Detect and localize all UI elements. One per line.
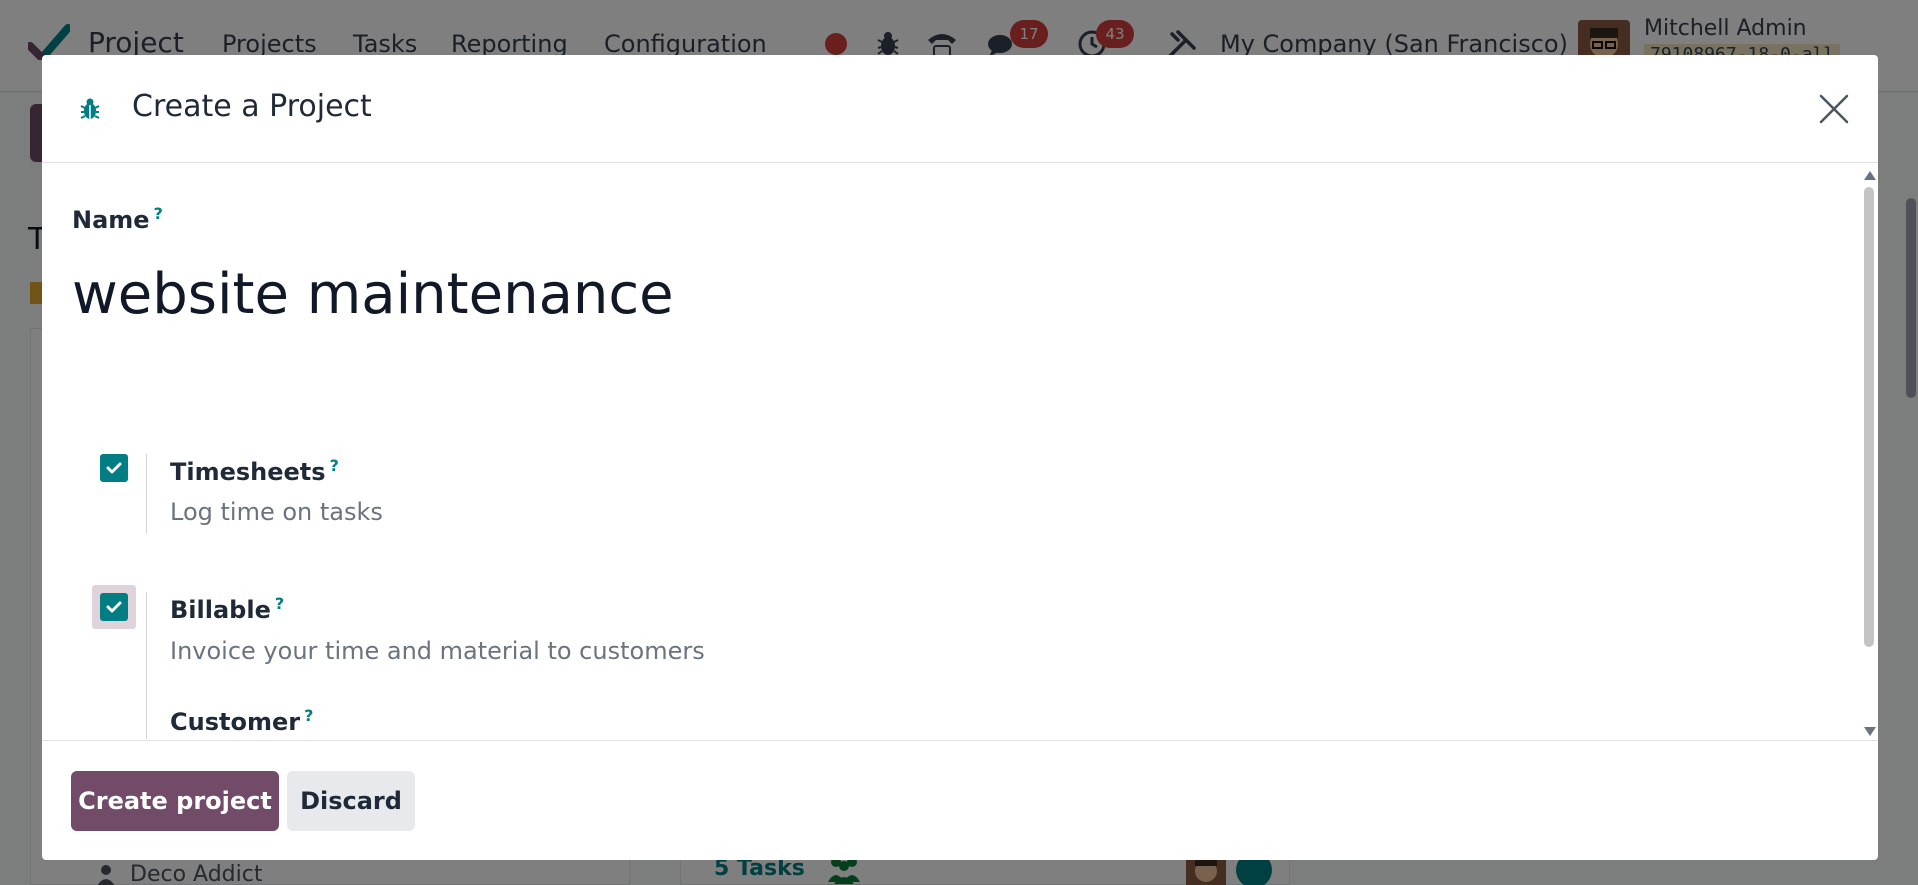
dialog-footer: Create project Discard <box>42 740 1878 860</box>
timesheets-description: Log time on tasks <box>170 498 383 526</box>
create-project-dialog: Create a Project Name? Timesheets? Log t… <box>42 55 1878 860</box>
scroll-down-arrow-icon[interactable] <box>1864 727 1876 736</box>
timesheets-help-icon[interactable]: ? <box>330 456 339 475</box>
dialog-title: Create a Project <box>132 89 372 124</box>
timesheets-checkbox[interactable] <box>92 446 136 490</box>
check-icon <box>106 601 122 613</box>
billable-check <box>100 593 128 621</box>
bug-icon <box>80 98 100 119</box>
dialog-scrollbar-thumb[interactable] <box>1864 187 1874 647</box>
scroll-up-arrow-icon[interactable] <box>1864 171 1876 180</box>
customer-label: Customer? <box>170 706 313 736</box>
dialog-header: Create a Project <box>42 55 1878 163</box>
discard-button[interactable]: Discard <box>287 771 415 831</box>
create-project-button[interactable]: Create project <box>71 771 279 831</box>
name-label-text: Name <box>72 206 150 234</box>
customer-label-text: Customer <box>170 708 301 736</box>
billable-label-text: Billable <box>170 596 271 624</box>
check-icon <box>106 462 122 474</box>
name-help-icon[interactable]: ? <box>154 204 163 223</box>
project-name-input[interactable] <box>72 254 1472 334</box>
billable-description: Invoice your time and material to custom… <box>170 637 705 665</box>
name-label: Name? <box>72 204 163 234</box>
billable-label: Billable? <box>170 594 284 624</box>
billable-help-icon[interactable]: ? <box>275 594 284 613</box>
close-icon[interactable] <box>1816 91 1852 127</box>
timesheets-label-text: Timesheets <box>170 458 326 486</box>
timesheets-check <box>100 454 128 482</box>
billable-checkbox[interactable] <box>92 585 136 629</box>
divider <box>146 454 147 534</box>
timesheets-label: Timesheets? <box>170 456 339 486</box>
dialog-body: Name? Timesheets? Log time on tasks Bill… <box>42 164 1878 739</box>
divider <box>146 592 147 739</box>
customer-help-icon[interactable]: ? <box>304 706 313 725</box>
